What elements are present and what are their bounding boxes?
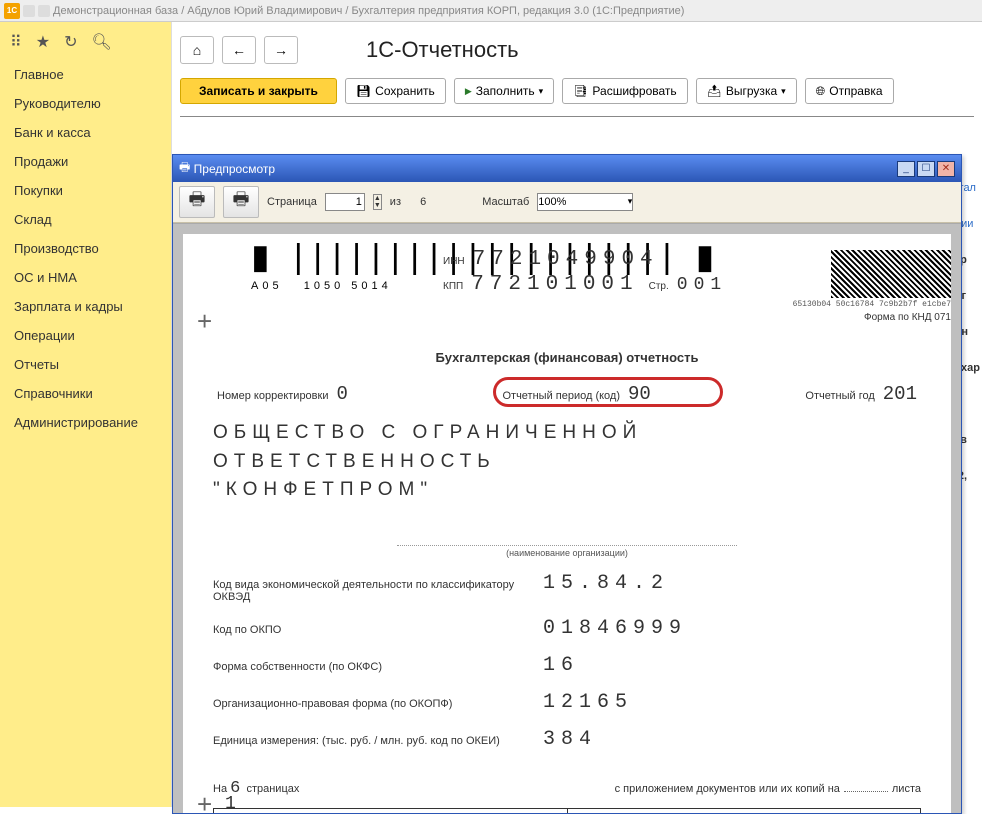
sidebar-item[interactable]: Администрирование: [0, 408, 171, 437]
meta-row: Номер корректировки0 Отчетный период (ко…: [213, 383, 921, 405]
field-row: Код вида экономической деятельности по к…: [213, 572, 921, 603]
decode-button[interactable]: 📑︎ Расшифровать: [562, 78, 687, 104]
home-button[interactable]: ⌂: [180, 36, 214, 64]
sidebar-item[interactable]: Зарплата и кадры: [0, 292, 171, 321]
sidebar-item[interactable]: Руководителю: [0, 89, 171, 118]
back-button[interactable]: ←: [222, 36, 256, 64]
preview-window: 🖶︎ Предпросмотр _ ☐ ✕ 🖶︎ 🖶︎ Страница ▲▼ …: [172, 154, 962, 814]
field-row: Форма собственности (по ОКФС)16: [213, 654, 921, 677]
page-title: 1С-Отчетность: [366, 37, 519, 63]
forward-button[interactable]: →: [264, 36, 298, 64]
page-total: 6: [420, 196, 426, 208]
crop-mark-icon: +: [197, 789, 212, 813]
doc-heading: Бухгалтерская (финансовая) отчетность: [213, 350, 921, 365]
preview-toolbar: 🖶︎ 🖶︎ Страница ▲▼ из 6 Масштаб 100% ▾: [173, 182, 961, 223]
sidebar-item[interactable]: ОС и НМА: [0, 263, 171, 292]
field-row: Организационно-правовая форма (по ОКОПФ)…: [213, 691, 921, 714]
barcode-right: 65130b04 50c16784 7c9b2b7f e1cbe7: [831, 250, 951, 298]
inn-block: ИНН7721049904 КПП772101001 Стр.001: [443, 248, 727, 298]
sidebar-item[interactable]: Справочники: [0, 379, 171, 408]
send-button[interactable]: 🌐︎ Отправка: [805, 78, 894, 104]
history-icon[interactable]: ↻: [64, 32, 77, 52]
star-icon[interactable]: ★: [36, 32, 50, 52]
zoom-label: Масштаб: [482, 196, 529, 208]
sidebar: ⠿ ★ ↻ 🔍︎ Главное Руководителю Банк и кас…: [0, 22, 172, 807]
close-button[interactable]: ✕: [937, 161, 955, 177]
toolbar: Записать и закрыть 💾︎ Сохранить ▶ Заполн…: [172, 74, 982, 108]
sidebar-item[interactable]: Банк и касса: [0, 118, 171, 147]
preview-title: Предпросмотр: [194, 162, 275, 176]
org-name: ОБЩЕСТВО С ОГРАНИЧЕННОЙ ОТВЕТСТВЕННОСТЬ …: [213, 419, 921, 505]
grid-icon[interactable]: ⠿: [10, 32, 22, 52]
field-row: Единица измерения: (тыс. руб. / млн. руб…: [213, 728, 921, 751]
page-index: 1: [225, 794, 236, 813]
form-knd: Форма по КНД 071: [864, 312, 951, 323]
titlebar-dot: [23, 5, 35, 17]
page-spinner[interactable]: ▲▼: [373, 194, 382, 210]
titlebar-dot: [38, 5, 50, 17]
app-titlebar: 1C Демонстрационная база / Абдулов Юрий …: [0, 0, 982, 22]
crop-mark-icon: +: [197, 306, 212, 337]
titlebar-text: Демонстрационная база / Абдулов Юрий Вла…: [53, 5, 684, 17]
print-button[interactable]: 🖶︎: [223, 186, 259, 218]
save-button[interactable]: 💾︎ Сохранить: [345, 78, 446, 104]
sidebar-icons: ⠿ ★ ↻ 🔍︎: [0, 22, 171, 60]
report-page: + ▮ |||||||||||||||||||| ▮ А05 1050 5014…: [183, 234, 951, 813]
app-logo-icon: 1C: [4, 3, 20, 19]
maximize-button[interactable]: ☐: [917, 161, 935, 177]
sidebar-item[interactable]: Продажи: [0, 147, 171, 176]
export-button[interactable]: 📤︎ Выгрузка ▾: [696, 78, 797, 104]
minimize-button[interactable]: _: [897, 161, 915, 177]
org-caption: (наименование организации): [397, 545, 737, 558]
sidebar-item[interactable]: Производство: [0, 234, 171, 263]
page-of-label: из: [390, 196, 401, 208]
paper-viewport[interactable]: + ▮ |||||||||||||||||||| ▮ А05 1050 5014…: [173, 223, 961, 813]
page-input[interactable]: [325, 193, 365, 211]
sidebar-item[interactable]: Склад: [0, 205, 171, 234]
sidebar-item[interactable]: Покупки: [0, 176, 171, 205]
save-close-button[interactable]: Записать и закрыть: [180, 78, 337, 104]
sidebar-item[interactable]: Отчеты: [0, 350, 171, 379]
printer-icon: 🖶︎: [179, 158, 190, 179]
fill-button[interactable]: ▶ Заполнить ▾: [454, 78, 554, 104]
signature-box: Достоверность и полноту сведений, указан…: [213, 808, 921, 814]
period-highlight: [493, 377, 723, 407]
sidebar-item[interactable]: Главное: [0, 60, 171, 89]
zoom-select[interactable]: 100% ▾: [537, 193, 633, 211]
print-checked-button[interactable]: 🖶︎: [179, 186, 215, 218]
preview-titlebar[interactable]: 🖶︎ Предпросмотр _ ☐ ✕: [173, 155, 961, 182]
field-row: Код по ОКПО01846999: [213, 617, 921, 640]
main-area: ⌂ ← → 1С-Отчетность Записать и закрыть 💾…: [172, 22, 982, 807]
page-label: Страница: [267, 196, 317, 208]
pages-row: На 6 страницах с приложением документов …: [213, 779, 921, 798]
sidebar-item[interactable]: Операции: [0, 321, 171, 350]
search-icon[interactable]: 🔍︎: [91, 32, 111, 52]
